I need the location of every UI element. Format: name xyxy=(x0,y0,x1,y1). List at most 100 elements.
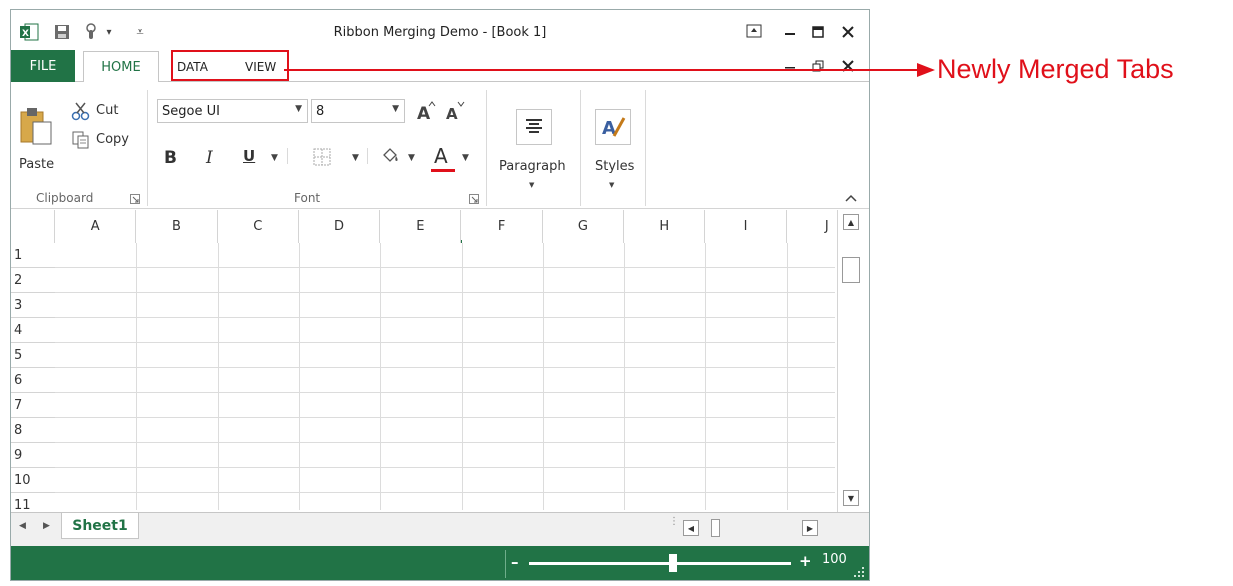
cut-icon[interactable] xyxy=(71,101,91,125)
column-header[interactable]: G xyxy=(542,210,625,243)
scroll-right-icon[interactable]: ▶ xyxy=(802,520,818,536)
grid-column-line xyxy=(786,243,788,510)
copy-icon[interactable] xyxy=(71,130,91,154)
group-separator xyxy=(645,90,646,206)
tab-file[interactable]: FILE xyxy=(11,50,75,82)
grid-row-line xyxy=(55,342,835,343)
font-color-button[interactable]: A xyxy=(434,144,448,168)
grow-font-icon[interactable]: A xyxy=(416,100,436,126)
annotation-highlight-box xyxy=(171,50,289,81)
grid-row-line xyxy=(55,367,835,368)
window-title: Ribbon Merging Demo - [Book 1] xyxy=(333,25,547,40)
row-header[interactable]: 5 xyxy=(11,343,55,368)
row-header[interactable]: 6 xyxy=(11,368,55,393)
scroll-thumb[interactable] xyxy=(842,257,860,283)
styles-icon[interactable]: A xyxy=(595,109,631,145)
grid-row-line xyxy=(55,467,835,468)
bold-button[interactable]: B xyxy=(164,148,177,168)
vertical-scrollbar[interactable]: ▲ ▼ xyxy=(837,210,868,512)
row-header[interactable]: 8 xyxy=(11,418,55,443)
zoom-level-text[interactable]: 100 xyxy=(822,552,847,567)
row-header[interactable]: 9 xyxy=(11,443,55,468)
document-minimize-icon[interactable] xyxy=(779,56,801,74)
annotation-arrowhead xyxy=(917,63,935,77)
resize-grip-icon[interactable] xyxy=(851,566,865,580)
borders-dropdown-icon[interactable]: ▼ xyxy=(352,153,359,163)
column-header[interactable]: B xyxy=(136,210,218,243)
previous-sheet-icon[interactable]: ◀ xyxy=(19,521,26,531)
fill-color-icon[interactable] xyxy=(381,146,401,170)
italic-button[interactable]: I xyxy=(206,148,213,168)
fill-color-dropdown-icon[interactable]: ▼ xyxy=(408,153,415,163)
grid-column-line xyxy=(624,243,626,510)
scroll-down-icon[interactable]: ▼ xyxy=(843,490,859,506)
grid-row-line xyxy=(55,292,835,293)
cut-button[interactable]: Cut xyxy=(96,103,118,118)
svg-text:A: A xyxy=(417,104,431,122)
spreadsheet-grid: A B C D E F G H I J 1 2 3 4 5 6 7 8 9 10 11 xyxy=(11,210,835,510)
column-header[interactable]: H xyxy=(624,210,706,243)
underline-dropdown-icon[interactable]: ▼ xyxy=(271,153,278,163)
column-header[interactable]: J xyxy=(786,210,835,243)
row-header[interactable]: 11 xyxy=(11,493,55,511)
annotation-label: Newly Merged Tabs xyxy=(937,54,1174,84)
font-name-value: Segoe UI xyxy=(162,103,220,119)
group-separator xyxy=(486,90,487,206)
zoom-in-button[interactable]: + xyxy=(799,552,812,570)
scroll-up-icon[interactable]: ▲ xyxy=(843,214,859,230)
row-header[interactable]: 7 xyxy=(11,393,55,418)
column-header[interactable]: D xyxy=(298,210,381,243)
font-color-dropdown-icon[interactable]: ▼ xyxy=(462,153,469,163)
column-header[interactable]: I xyxy=(705,210,787,243)
font-size-combo[interactable]: 8 ▼ xyxy=(311,99,405,123)
underline-button[interactable]: U xyxy=(243,147,255,165)
clipboard-dialog-launcher-icon[interactable] xyxy=(130,193,140,208)
column-header[interactable]: C xyxy=(217,210,299,243)
title-bar: X ▾ ⩡ Ribbon Merging Demo - [Book 1] xyxy=(11,10,869,50)
scroll-left-icon[interactable]: ◀ xyxy=(683,520,699,536)
zoom-slider-track[interactable] xyxy=(529,562,791,565)
styles-dropdown-icon[interactable]: ▼ xyxy=(609,181,614,189)
document-close-icon[interactable] xyxy=(837,58,859,76)
borders-icon[interactable] xyxy=(313,148,331,170)
row-header[interactable]: 1 xyxy=(11,243,55,268)
sheet-tab-sheet1[interactable]: Sheet1 xyxy=(61,513,139,539)
tab-home[interactable]: HOME xyxy=(83,51,159,82)
paste-button[interactable]: Paste xyxy=(19,157,54,172)
maximize-icon[interactable] xyxy=(807,24,829,42)
collapse-ribbon-icon[interactable] xyxy=(844,192,858,207)
row-header[interactable]: 3 xyxy=(11,293,55,318)
horizontal-scroll-thumb[interactable] xyxy=(711,519,720,537)
font-dialog-launcher-icon[interactable] xyxy=(469,193,479,208)
column-header[interactable]: E xyxy=(380,210,462,243)
column-header[interactable]: A xyxy=(55,210,137,243)
grid-row-line xyxy=(55,492,835,493)
close-icon[interactable] xyxy=(837,24,859,42)
copy-button[interactable]: Copy xyxy=(96,132,129,147)
grid-row-line xyxy=(55,317,835,318)
app-window: X ▾ ⩡ Ribbon Merging Demo - [Book 1] FIL… xyxy=(10,9,870,581)
next-sheet-icon[interactable]: ▶ xyxy=(43,521,50,531)
tab-split-handle-icon[interactable]: ⋮ xyxy=(669,517,679,527)
row-header[interactable]: 4 xyxy=(11,318,55,343)
font-group-label: Font xyxy=(294,191,321,205)
row-header[interactable]: 10 xyxy=(11,468,55,493)
row-header[interactable]: 2 xyxy=(11,268,55,293)
document-restore-icon[interactable] xyxy=(807,58,829,76)
zoom-slider-thumb[interactable] xyxy=(669,554,678,572)
minimize-icon[interactable] xyxy=(779,21,801,41)
column-header[interactable]: F xyxy=(461,210,543,243)
paragraph-icon[interactable] xyxy=(516,109,552,145)
paste-icon[interactable] xyxy=(19,106,53,150)
font-name-combo[interactable]: Segoe UI ▼ xyxy=(157,99,308,123)
paragraph-dropdown-icon[interactable]: ▼ xyxy=(529,181,534,189)
paragraph-button[interactable]: Paragraph xyxy=(499,159,566,174)
styles-button[interactable]: Styles xyxy=(595,159,634,174)
zoom-out-button[interactable]: – xyxy=(511,553,519,571)
shrink-font-icon[interactable]: A xyxy=(445,100,465,126)
separator xyxy=(367,148,368,164)
ribbon-panel: Paste Cut Copy Clipboard Segoe UI ▼ 8 ▼ … xyxy=(11,82,869,209)
ribbon-display-options-icon[interactable] xyxy=(743,24,765,42)
select-all-corner[interactable] xyxy=(11,210,55,243)
grid-row-line xyxy=(55,392,835,393)
